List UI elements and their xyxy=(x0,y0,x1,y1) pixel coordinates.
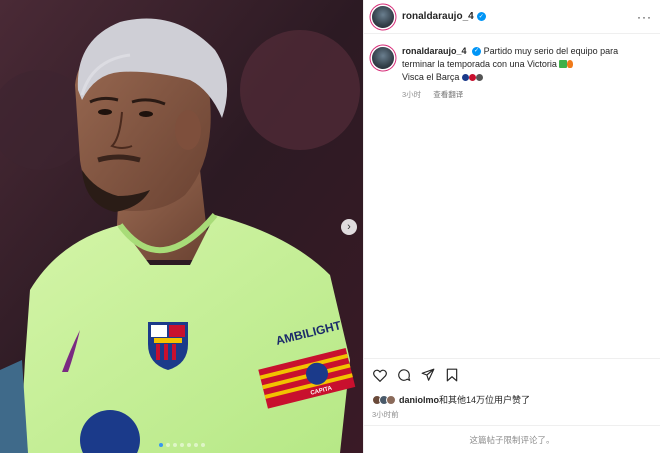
header-username[interactable]: ronaldaraujo_4 xyxy=(402,11,474,22)
see-translation-link[interactable]: 查看翻译 xyxy=(433,90,463,99)
next-slide-button[interactable]: › xyxy=(341,219,357,235)
red-heart-emoji-icon xyxy=(468,74,476,81)
caption-time: 3小时 xyxy=(402,90,422,99)
carousel-dot xyxy=(186,443,191,447)
heart-icon[interactable] xyxy=(372,367,388,383)
carousel-dot xyxy=(172,443,177,447)
post-details-panel: ronaldaraujo_4 ✓ ··· ronaldaraujo_4 ✓ Pa… xyxy=(363,0,660,453)
caption: ronaldaraujo_4 ✓ Partido muy serio del e… xyxy=(364,34,660,101)
bookmark-icon[interactable] xyxy=(444,367,460,383)
carousel-dot xyxy=(158,443,163,447)
send-icon[interactable] xyxy=(420,367,436,383)
more-options-button[interactable]: ··· xyxy=(637,10,652,24)
post-timestamp: 3小时前 xyxy=(372,410,399,419)
likes-count-text[interactable]: 和其他14万位用户赞了 xyxy=(439,395,530,405)
action-icons-row xyxy=(372,367,652,383)
chevron-right-icon: › xyxy=(347,220,351,233)
likes-summary[interactable]: daniolmo和其他14万位用户赞了 xyxy=(372,393,652,406)
caption-avatar[interactable] xyxy=(372,47,394,69)
carousel-indicators xyxy=(0,443,363,447)
post-header: ronaldaraujo_4 ✓ ··· xyxy=(364,0,660,34)
carousel-dot xyxy=(200,443,205,447)
caption-meta: 3小时 查看翻译 xyxy=(402,88,652,101)
comment-icon[interactable] xyxy=(396,367,412,383)
caption-username[interactable]: ronaldaraujo_4 xyxy=(402,46,467,56)
comments-disabled-notice: 这篇帖子限制评论了。 xyxy=(364,425,660,453)
carousel-dot xyxy=(193,443,198,447)
fire-emoji-icon xyxy=(567,60,574,68)
verified-badge-icon: ✓ xyxy=(476,12,486,21)
liker-username[interactable]: daniolmo xyxy=(399,395,439,405)
post-actions: daniolmo和其他14万位用户赞了 3小时前 xyxy=(364,358,660,420)
flag-emoji-icon xyxy=(475,74,483,81)
post-media[interactable]: AMBILIGHT CAPITA › xyxy=(0,0,363,453)
instagram-post: AMBILIGHT CAPITA › ronaldaraujo_4 ✓ ··· … xyxy=(0,0,660,453)
liker-avatar xyxy=(386,394,396,405)
caption-body: ronaldaraujo_4 ✓ Partido muy serio del e… xyxy=(402,45,652,101)
verified-badge-icon: ✓ xyxy=(472,47,482,57)
check-emoji-icon xyxy=(559,60,568,68)
caption-text-line2: Visca el Barça xyxy=(402,72,460,82)
blue-heart-emoji-icon xyxy=(461,74,469,81)
carousel-dot xyxy=(165,443,170,447)
avatar[interactable] xyxy=(372,5,394,28)
player-photo: AMBILIGHT CAPITA xyxy=(0,0,363,453)
carousel-dot xyxy=(179,443,184,447)
